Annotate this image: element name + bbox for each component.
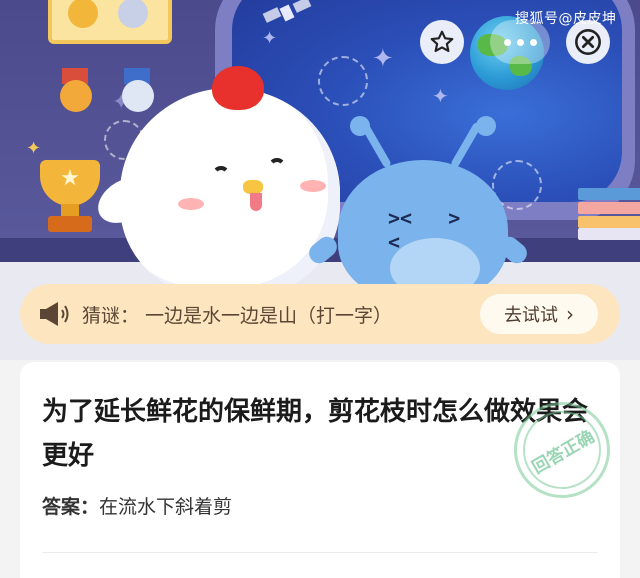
silver-medal-icon [118,0,148,28]
riddle-banner: 猜谜： 一边是水一边是山（打一字） 去试试 › [20,284,620,344]
orbit-ring [318,56,368,106]
books-stack [578,188,640,240]
close-button[interactable] [566,20,610,64]
chicken-eye [268,158,286,176]
favorite-button[interactable] [420,20,464,64]
gold-medal-icon [60,80,92,112]
riddle-text: 一边是水一边是山（打一字） [145,304,393,327]
answer-line: 答案：在流水下斜着剪 [42,492,232,519]
answer-text: 在流水下斜着剪 [99,496,233,518]
satellite-icon [262,0,312,23]
medal-board [48,0,172,44]
chicken-beak [243,180,263,194]
gold-medal-icon [68,0,98,28]
star-icon: ★ [60,166,80,191]
sparkle-icon: ✦ [372,44,394,74]
chicken-eye [212,166,230,184]
star-outline-icon [430,30,454,53]
more-dots-icon [503,38,511,46]
alien-face: >< >< [388,206,461,254]
divider [42,552,598,553]
question-title: 为了延长鲜花的保鲜期，剪花枝时怎么做效果会更好 [42,397,589,471]
silver-medal-icon [122,80,154,112]
megaphone-icon [38,300,72,328]
try-button-label: 去试试 [504,305,558,326]
sparkle-icon: ✦ [432,84,449,108]
riddle-prefix: 猜谜： [82,304,140,327]
question-card: 为了延长鲜花的保鲜期，剪花枝时怎么做效果会更好 回答正确 答案：在流水下斜着剪 [20,362,628,578]
chicken-comb [212,66,264,110]
more-button[interactable] [490,20,550,64]
sparkle-icon: ✦ [26,138,42,159]
chevron-right-icon: › [566,302,574,326]
close-circle-icon [575,29,601,55]
answer-label: 答案： [42,496,100,518]
try-button[interactable]: 去试试 › [480,294,598,334]
chicken-mascot [120,88,340,298]
